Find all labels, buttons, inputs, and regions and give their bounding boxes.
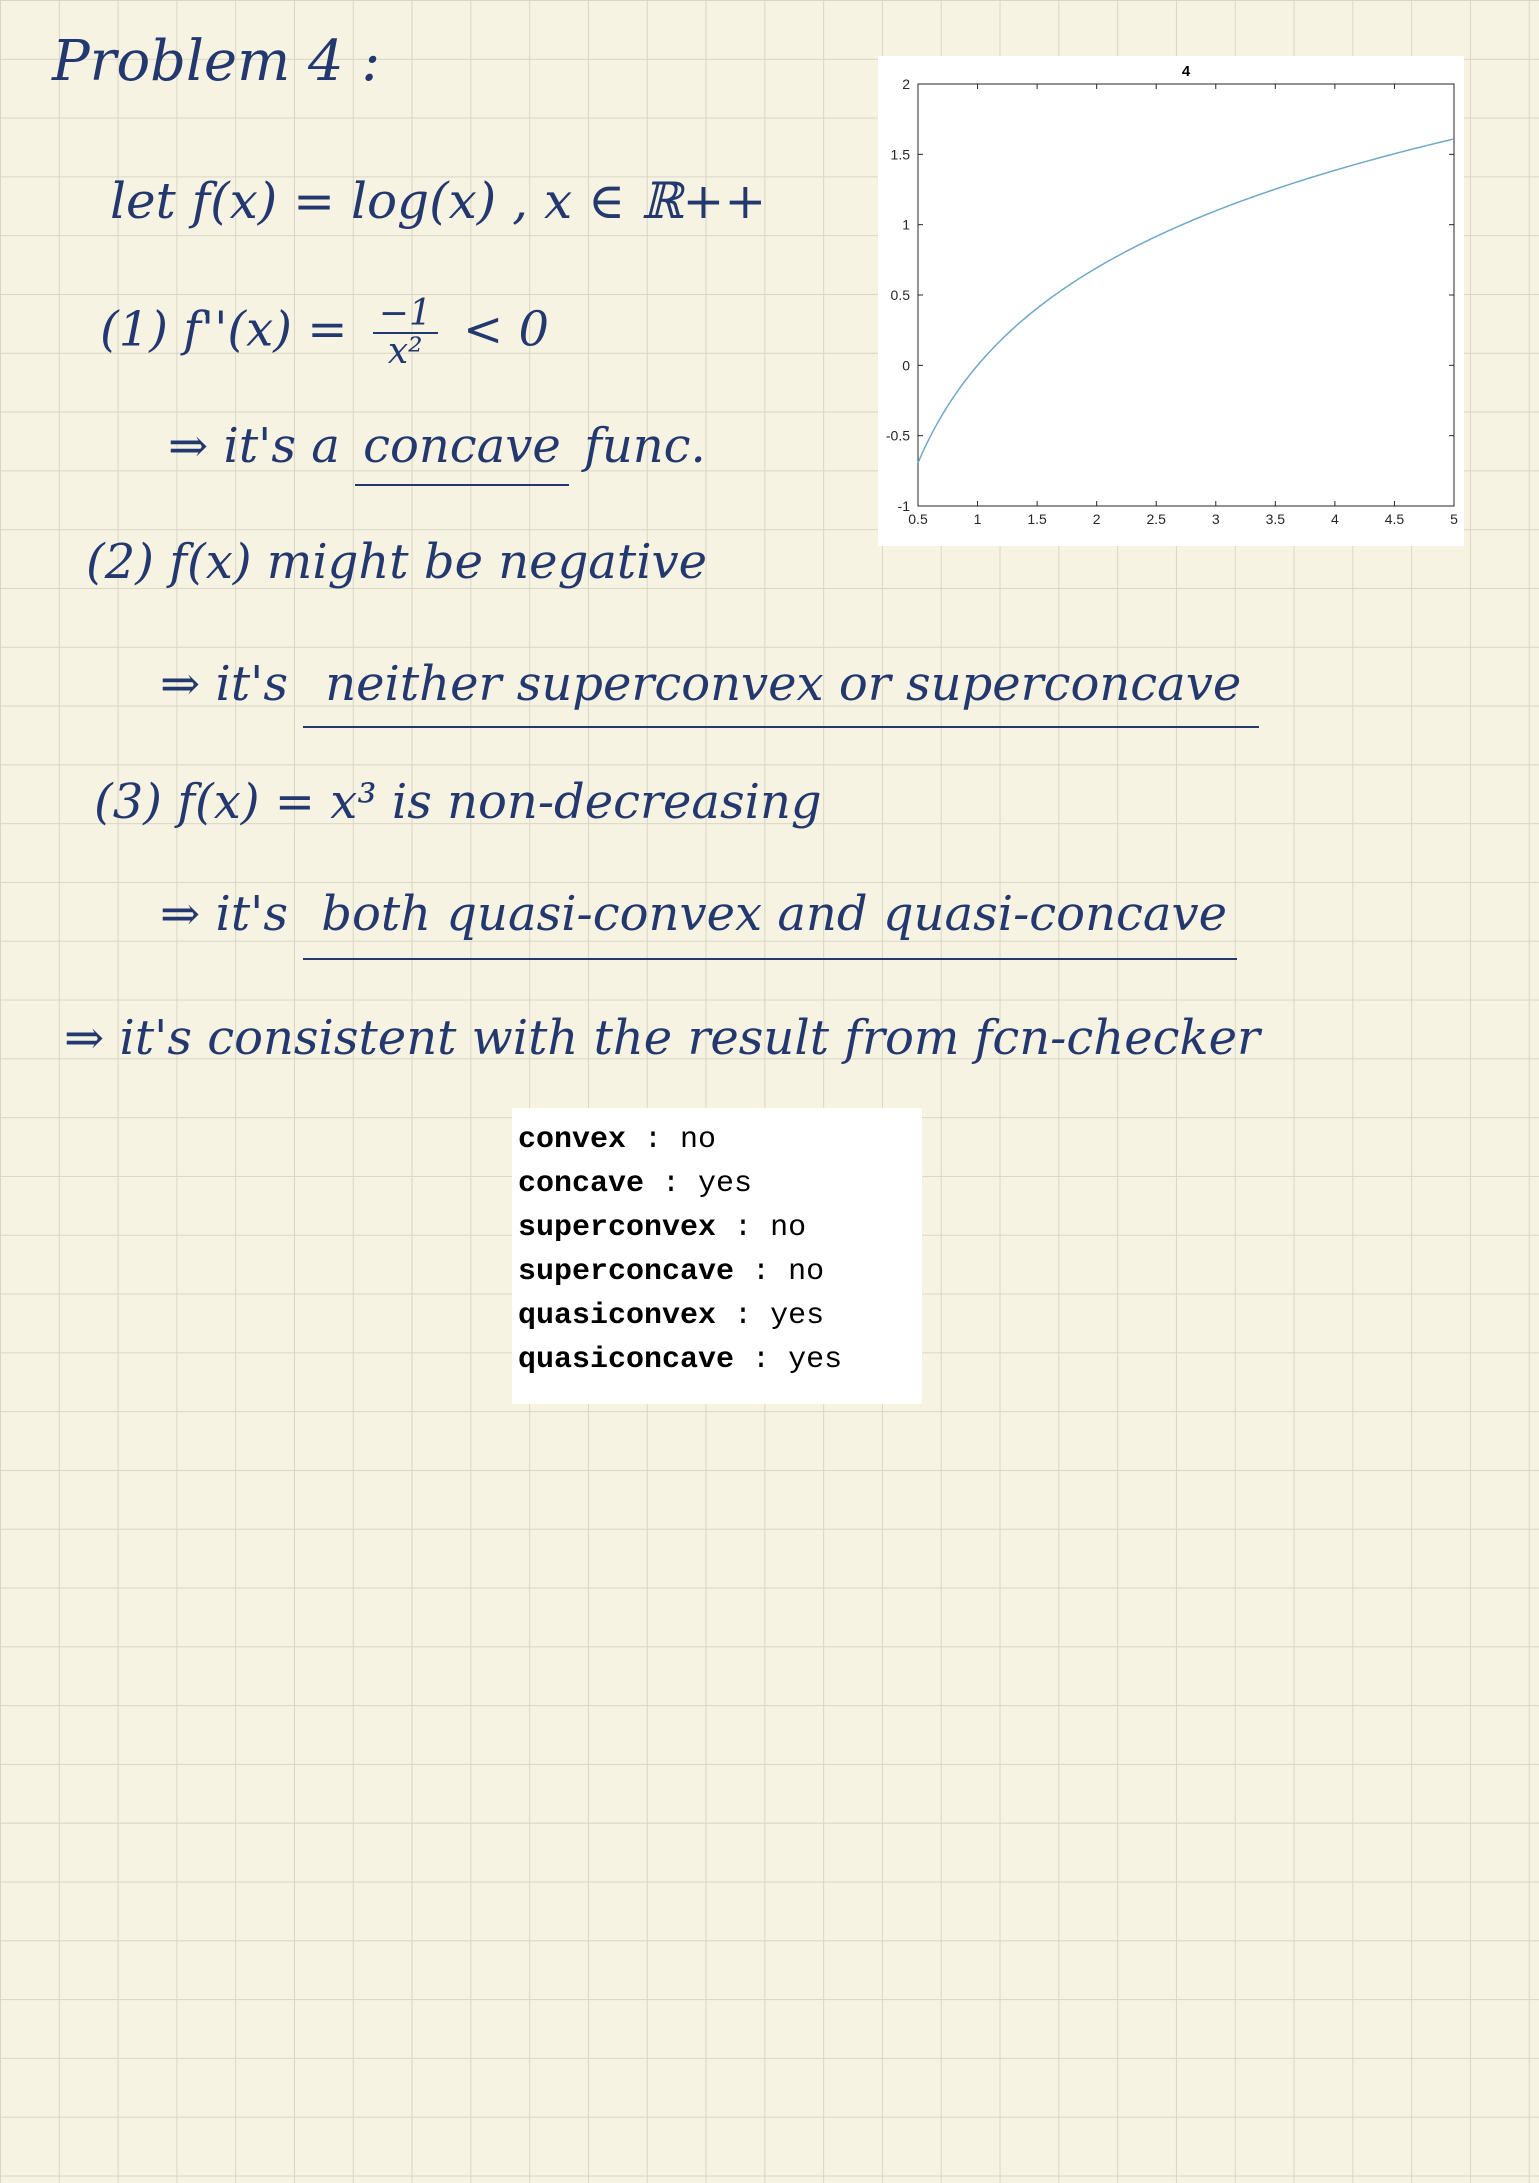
x-tick-label: 3.5: [1266, 511, 1286, 527]
checker-key: concave: [518, 1167, 645, 1201]
checker-value: yes: [788, 1343, 843, 1377]
conclusion-prefix: ⇒ it's a: [168, 418, 340, 474]
conclusion-prefix: ⇒ it's: [160, 886, 288, 942]
second-derivative-expr: f''(x) =: [183, 301, 348, 358]
x-tick-label: 4.5: [1385, 511, 1405, 527]
y-tick-label: 2: [902, 76, 910, 92]
fraction-denominator: x²: [387, 331, 423, 372]
y-tick-label: -0.5: [886, 428, 910, 444]
x-tick-label: 2.5: [1146, 511, 1166, 527]
checker-sep: :: [716, 1299, 771, 1333]
checker-key: convex: [518, 1123, 627, 1157]
consistency-line: ⇒ it's consistent with the result from f…: [64, 1010, 1260, 1066]
y-tick-label: 1.5: [891, 146, 911, 162]
checker-value: no: [788, 1255, 825, 1289]
second-derivative-line: (1) f''(x) = −1 x² < 0: [100, 296, 549, 370]
concave-underlined: concave: [355, 418, 569, 486]
checker-key: superconcave: [518, 1255, 735, 1289]
x-tick-label: 3: [1212, 511, 1220, 527]
y-tick-label: 0: [902, 357, 910, 373]
checker-line: convex : no: [518, 1118, 922, 1162]
page-title: Problem 4 :: [52, 29, 381, 94]
conclusion-suffix: func.: [584, 418, 706, 474]
fraction: −1 x²: [372, 296, 438, 372]
y-tick-label: 0.5: [891, 287, 911, 303]
step-number-1: (1): [100, 301, 168, 358]
checker-value: yes: [698, 1167, 753, 1201]
y-tick-label: 1: [902, 217, 910, 233]
checker-line: superconcave : no: [518, 1250, 922, 1294]
quasi-underlined: both quasi-convex and quasi-concave: [303, 886, 1238, 960]
checker-value: no: [680, 1123, 717, 1157]
y-tick-label: -1: [898, 498, 911, 514]
log-chart: 0.5 1 1.5 2 2.5 3 3.5 4 4.5 5 -1 -0.5 0 0.5 1 1.5 2 4: [878, 56, 1464, 546]
chart-title: 4: [1182, 63, 1191, 80]
checker-sep: :: [626, 1123, 681, 1157]
x-tick-label: 2: [1093, 511, 1101, 527]
checker-line: quasiconcave : yes: [518, 1338, 922, 1382]
checker-sep: :: [734, 1255, 789, 1289]
x-tick-label: 1: [974, 511, 982, 527]
function-definition: let f(x) = log(x) , x ∈ ℝ++: [110, 172, 767, 230]
checker-line: superconvex : no: [518, 1206, 922, 1250]
checker-sep: :: [734, 1343, 789, 1377]
negativity-line: (2) f(x) might be negative: [86, 534, 708, 590]
checker-key: quasiconvex: [518, 1299, 717, 1333]
checker-value: no: [770, 1211, 807, 1245]
conclusion-prefix: ⇒ it's: [160, 656, 288, 712]
checker-sep: :: [644, 1167, 699, 1201]
checker-key: superconvex: [518, 1211, 717, 1245]
checker-sep: :: [716, 1211, 771, 1245]
x-tick-label: 0.5: [908, 511, 928, 527]
concave-conclusion: ⇒ it's a concave func.: [168, 418, 706, 486]
inequality: < 0: [463, 301, 550, 358]
fcn-checker-output: convex : no concave : yes superconvex : no…: [512, 1108, 922, 1404]
monotone-line: (3) f(x) = x³ is non-decreasing: [94, 774, 822, 830]
checker-line: concave : yes: [518, 1162, 922, 1206]
chart-svg: 0.5 1 1.5 2 2.5 3 3.5 4 4.5 5 -1 -0.5 0 0.5 1 1.5 2 4: [886, 63, 1458, 527]
x-tick-label: 5: [1450, 511, 1458, 527]
x-tick-label: 1.5: [1027, 511, 1047, 527]
checker-value: yes: [770, 1299, 825, 1333]
checker-line: quasiconvex : yes: [518, 1294, 922, 1338]
checker-key: quasiconcave: [518, 1343, 735, 1377]
x-tick-label: 4: [1331, 511, 1339, 527]
super-conclusion: ⇒ it's neither superconvex or superconca…: [160, 656, 1260, 728]
quasi-conclusion: ⇒ it's both quasi-convex and quasi-conca…: [160, 886, 1238, 960]
super-underlined: neither superconvex or superconcave: [303, 656, 1260, 728]
plot-frame: [917, 83, 1455, 507]
fraction-numerator: −1: [372, 296, 438, 334]
